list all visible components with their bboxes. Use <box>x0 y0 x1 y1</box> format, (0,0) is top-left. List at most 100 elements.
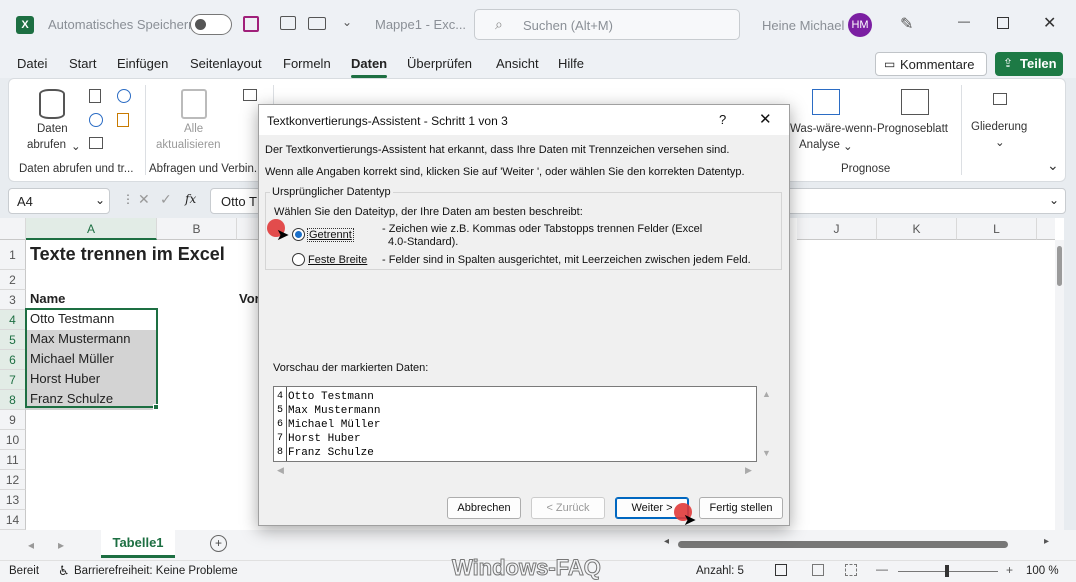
cell-a1[interactable]: Texte trennen im Excel <box>27 244 225 264</box>
confirm-formula-icon[interactable]: ✓ <box>160 191 172 208</box>
col-header-l[interactable]: L <box>957 218 1037 240</box>
col-header-k[interactable]: K <box>877 218 957 240</box>
tab-einfuegen[interactable]: Einfügen <box>117 56 168 71</box>
cell-c3[interactable]: Vor <box>236 289 260 309</box>
from-text-icon[interactable] <box>89 89 101 103</box>
name-box[interactable]: A4 ⌄ <box>8 188 110 214</box>
open-folder-icon[interactable] <box>308 17 326 30</box>
cell-a6[interactable]: Michael Müller <box>27 349 114 369</box>
tab-ueberpruefen[interactable]: Überprüfen <box>407 56 472 71</box>
preview-box[interactable]: 4 Otto Testmann 5 Max Mustermann 6 Micha… <box>273 386 757 462</box>
more-icon[interactable]: ⋮ <box>122 192 134 206</box>
horizontal-scrollbar[interactable]: ◂ ▸ <box>664 536 1056 550</box>
col-header-b[interactable]: B <box>157 218 237 240</box>
user-avatar[interactable]: HM <box>848 13 872 37</box>
preview-scroll-down-icon[interactable]: ▼ <box>762 448 771 458</box>
back-button[interactable]: < Zurück <box>531 497 605 519</box>
refresh-all-icon[interactable] <box>181 89 207 119</box>
cell-a3[interactable]: Name <box>27 289 65 309</box>
cancel-button[interactable]: Abbrechen <box>447 497 521 519</box>
row-header-14[interactable]: 14 <box>0 510 26 530</box>
name-box-chevron-icon[interactable]: ⌄ <box>95 193 105 207</box>
page-break-icon[interactable] <box>845 564 857 576</box>
preview-scroll-up-icon[interactable]: ▲ <box>762 389 771 399</box>
tab-hilfe[interactable]: Hilfe <box>558 56 584 71</box>
fill-handle[interactable] <box>153 404 159 410</box>
share-button[interactable]: ⇪ Teilen <box>995 52 1063 76</box>
autosave-toggle[interactable] <box>190 14 232 35</box>
col-header-j[interactable]: J <box>797 218 877 240</box>
option-fixed-label[interactable]: Feste Breite <box>308 254 367 266</box>
preview-scroll-left-icon[interactable]: ◀ <box>277 465 284 476</box>
radio-fixed-width[interactable] <box>292 253 305 266</box>
recent-sources-icon[interactable] <box>117 89 131 103</box>
tab-ansicht[interactable]: Ansicht <box>496 56 539 71</box>
radio-delimited[interactable] <box>292 228 305 241</box>
save-icon[interactable] <box>243 16 259 32</box>
tab-formeln[interactable]: Formeln <box>283 56 331 71</box>
row-header-9[interactable]: 9 <box>0 410 26 430</box>
formula-expand-icon[interactable]: ⌄ <box>1049 193 1059 207</box>
page-layout-icon[interactable] <box>812 564 824 576</box>
zoom-in-icon[interactable]: + <box>1006 563 1013 577</box>
tab-seitenlayout[interactable]: Seitenlayout <box>190 56 262 71</box>
whatif-label[interactable]: Was-wäre-wenn- <box>790 123 876 135</box>
row-header-8[interactable]: 8 <box>0 390 26 410</box>
cell-a4[interactable]: Otto Testmann <box>27 309 114 329</box>
search-box[interactable]: ⌕ Suchen (Alt+M) <box>474 9 740 40</box>
zoom-slider[interactable] <box>898 565 998 577</box>
status-accessibility[interactable]: Barrierefreiheit: Keine Probleme <box>74 565 238 577</box>
row-header-6[interactable]: 6 <box>0 350 26 370</box>
row-header-10[interactable]: 10 <box>0 430 26 450</box>
add-sheet-icon[interactable]: + <box>210 535 227 552</box>
outline-icon[interactable] <box>993 93 1007 105</box>
option-delimited-label[interactable]: Getrennt <box>307 228 354 242</box>
sheet-prev-icon[interactable]: ◂ <box>28 538 34 552</box>
existing-connections-icon[interactable] <box>117 113 129 127</box>
from-table-icon[interactable] <box>89 137 103 149</box>
sheet-next-icon[interactable]: ▸ <box>58 538 64 552</box>
ribbon-collapse-icon[interactable]: ⌄ <box>1047 157 1059 174</box>
row-header-12[interactable]: 12 <box>0 470 26 490</box>
dialog-close-icon[interactable]: ✕ <box>759 110 772 128</box>
cell-a5[interactable]: Max Mustermann <box>27 329 130 349</box>
normal-view-icon[interactable] <box>775 564 787 576</box>
forecast-label[interactable]: Prognoseblatt <box>877 123 948 135</box>
insert-function-icon[interactable]: fx <box>185 192 196 206</box>
vertical-scrollbar[interactable] <box>1055 240 1064 530</box>
whatif-icon[interactable] <box>812 89 840 115</box>
row-header-1[interactable]: 1 <box>0 240 26 270</box>
tab-datei[interactable]: Datei <box>17 56 47 71</box>
finish-button[interactable]: Fertig stellen <box>699 497 783 519</box>
refresh-label2[interactable]: aktualisieren <box>156 139 221 151</box>
cell-a8[interactable]: Franz Schulze <box>27 389 113 409</box>
row-header-2[interactable]: 2 <box>0 270 26 290</box>
row-header-7[interactable]: 7 <box>0 370 26 390</box>
whatif-label2[interactable]: Analyse <box>799 139 840 151</box>
minimize-icon[interactable]: — <box>958 14 970 28</box>
refresh-label[interactable]: Alle <box>184 123 203 135</box>
get-data-label[interactable]: Daten <box>37 123 68 135</box>
accessibility-icon[interactable]: ♿ <box>58 563 70 579</box>
row-header-4[interactable]: 4 <box>0 310 26 330</box>
cancel-formula-icon[interactable]: ✕ <box>138 191 150 208</box>
select-all-corner[interactable] <box>0 218 26 240</box>
dialog-help-icon[interactable]: ? <box>719 112 726 127</box>
close-icon[interactable]: ✕ <box>1043 13 1056 33</box>
sheet-tab-tabelle1[interactable]: Tabelle1 <box>101 530 175 558</box>
row-header-13[interactable]: 13 <box>0 490 26 510</box>
forecast-sheet-icon[interactable] <box>901 89 929 115</box>
queries-icon[interactable] <box>243 89 257 101</box>
cell-a7[interactable]: Horst Huber <box>27 369 100 389</box>
from-web-icon[interactable] <box>89 113 103 127</box>
customize-qat-icon[interactable]: ⌄ <box>342 15 352 29</box>
outline-label[interactable]: Gliederung <box>971 121 1027 133</box>
zoom-out-icon[interactable]: — <box>876 562 888 576</box>
pen-icon[interactable]: ✎ <box>900 14 913 34</box>
get-data-label2[interactable]: abrufen <box>27 139 66 151</box>
col-header-a[interactable]: A <box>26 218 157 240</box>
tab-start[interactable]: Start <box>69 56 96 71</box>
touch-mode-icon[interactable] <box>280 16 296 30</box>
row-header-11[interactable]: 11 <box>0 450 26 470</box>
row-header-5[interactable]: 5 <box>0 330 26 350</box>
